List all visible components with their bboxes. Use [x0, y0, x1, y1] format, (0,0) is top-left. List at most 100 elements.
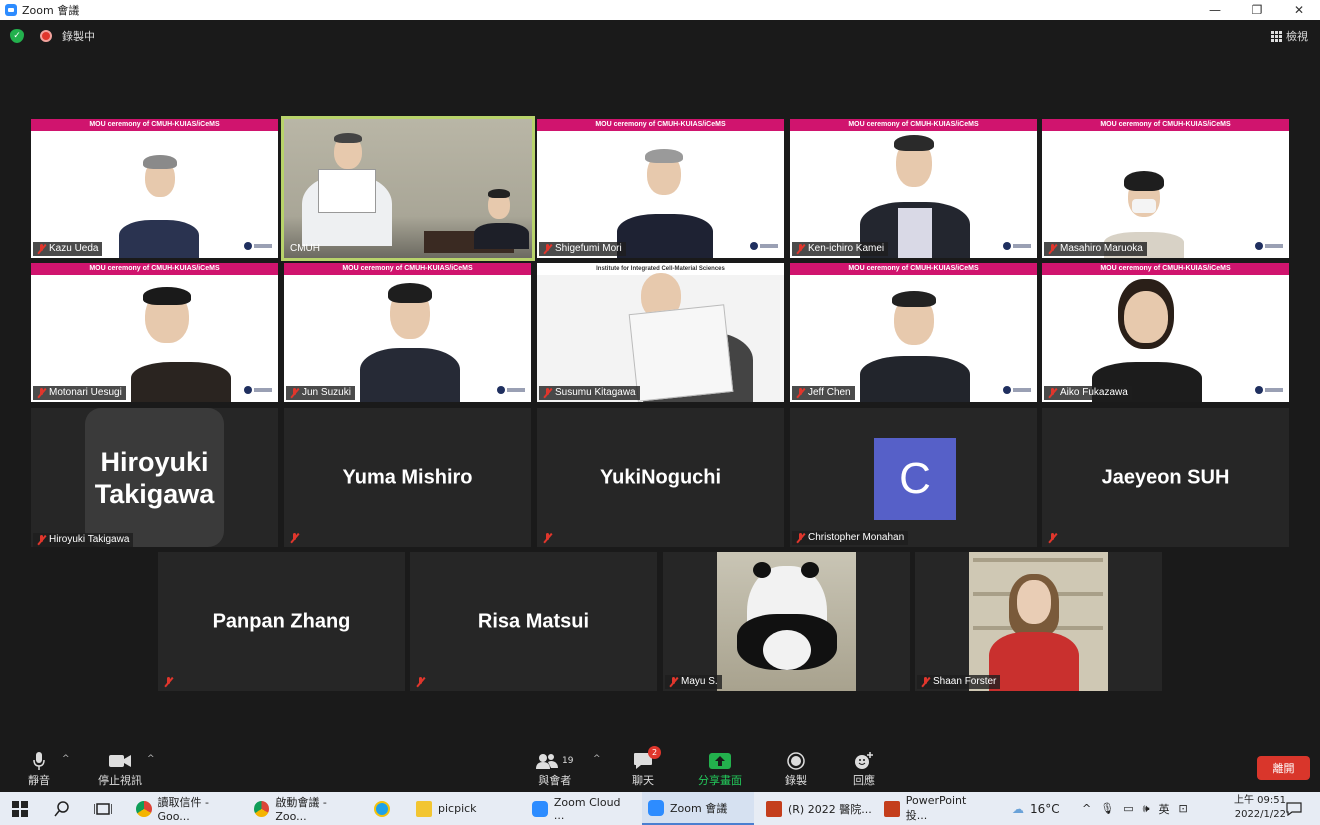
participants-button[interactable]: 19 與會者 [536, 750, 573, 788]
reactions-button[interactable]: 回應 [853, 750, 875, 788]
participants-label: 與會者 [538, 774, 572, 787]
windows-logo-icon [12, 800, 28, 817]
minimize-button[interactable]: — [1194, 0, 1236, 20]
notification-icon [1286, 801, 1302, 816]
search-button[interactable] [54, 792, 70, 825]
panda-profile-photo [717, 552, 856, 691]
participant-video [628, 273, 753, 402]
participant-name-display: Panpan Zhang [212, 610, 351, 632]
internet-explorer-icon [374, 800, 390, 817]
weather-icon: ☁ [1012, 801, 1024, 816]
video-tile-aiko-fukazawa[interactable]: MOU ceremony of CMUH-KUIAS/iCeMS Aiko Fu… [1042, 263, 1289, 402]
taskbar-item-powerpoint-show[interactable]: PowerPoint 投... [878, 792, 990, 825]
close-button[interactable]: ✕ [1278, 0, 1320, 20]
participant-name: Shaan Forster [933, 676, 997, 687]
recording-label: 錄製中 [62, 30, 95, 43]
kuias-logo-icon [1003, 242, 1031, 250]
video-tile-yuki-noguchi[interactable]: YukiNoguchi [537, 408, 784, 547]
video-tile-risa-matsui[interactable]: Risa Matsui [410, 552, 657, 691]
participant-name: Christopher Monahan [808, 532, 905, 543]
taskbar-item-zoom-cloud[interactable]: Zoom Cloud ... [526, 792, 634, 825]
mute-button[interactable]: 靜音 [28, 750, 50, 788]
video-tile-shigefumi-mori[interactable]: MOU ceremony of CMUH-KUIAS/iCeMS Shigefu… [537, 119, 784, 258]
taskbar-clock[interactable]: 上午 09:51 2022/1/22 [1234, 794, 1286, 822]
muted-mic-icon [796, 388, 805, 398]
avatar: C [874, 438, 956, 520]
record-button[interactable]: 錄製 [785, 750, 807, 788]
chat-button[interactable]: 2 聊天 [632, 746, 661, 788]
muted-mic-icon [669, 677, 678, 687]
kuias-logo-icon [1255, 386, 1283, 394]
maximize-button[interactable]: ❐ [1236, 0, 1278, 20]
participant-name: Susumu Kitagawa [555, 387, 636, 398]
video-tile-panpan-zhang[interactable]: Panpan Zhang [158, 552, 405, 691]
powerpoint-icon [766, 800, 782, 817]
participant-video [860, 135, 970, 258]
ime-indicator[interactable]: 英 [1159, 801, 1170, 817]
task-view-button[interactable] [94, 792, 112, 825]
stop-video-button[interactable]: 停止視訊 [98, 750, 142, 788]
volume-icon[interactable]: 🕪︎ [1143, 802, 1150, 816]
taskbar-item-powerpoint-doc[interactable]: (R) 2022 醫院... [760, 792, 872, 825]
video-tile-ken-ichiro-kamei[interactable]: MOU ceremony of CMUH-KUIAS/iCeMS Ken-ich… [790, 119, 1037, 258]
network-icon[interactable]: ▭ [1123, 802, 1133, 815]
video-tile-shaan-forster[interactable]: Shaan Forster [915, 552, 1162, 691]
participant-name: CMUH [290, 243, 320, 254]
recording-icon[interactable] [40, 30, 52, 42]
participant-name: Kazu Ueda [49, 243, 99, 254]
taskbar-item-chrome-zoom[interactable]: 啟動會議 - Zoo... [248, 792, 358, 825]
weather-temp: 16°C [1030, 801, 1060, 816]
taskbar-item-zoom-meeting[interactable]: Zoom 會議 [642, 792, 754, 825]
video-camera-icon [109, 750, 131, 772]
participant-name: Masahiro Maruoka [1060, 243, 1143, 254]
chrome-icon [136, 800, 152, 817]
muted-mic-icon [1048, 388, 1057, 398]
taskbar-item-picpick[interactable]: picpick [410, 792, 518, 825]
date: 2022/1/22 [1234, 809, 1286, 820]
video-tile-jaeyeon-suh[interactable]: Jaeyeon SUH [1042, 408, 1289, 547]
show-hidden-icons-chevron-icon[interactable]: ^ [1082, 802, 1091, 815]
video-tile-kazu-ueda[interactable]: MOU ceremony of CMUH-KUIAS/iCeMS Kazu Ue… [31, 119, 278, 258]
microphone-icon [32, 750, 46, 772]
participants-chevron-icon[interactable]: ^ [593, 754, 601, 764]
mou-banner: MOU ceremony of CMUH-KUIAS/iCeMS [1042, 263, 1289, 275]
leave-button[interactable]: 離開 [1257, 756, 1310, 780]
share-screen-button[interactable]: 分享畫面 [698, 750, 742, 788]
video-tile-christopher-monahan[interactable]: C Christopher Monahan [790, 408, 1037, 547]
video-tile-mayu-s[interactable]: Mayu S. [663, 552, 910, 691]
video-tile-cmuh[interactable]: CMUH [281, 116, 535, 261]
video-tile-masahiro-maruoka[interactable]: MOU ceremony of CMUH-KUIAS/iCeMS Masahir… [1042, 119, 1289, 258]
kuias-logo-icon [497, 386, 525, 394]
meeting-toolbar: 靜音 ^ 停止視訊 ^ 19 與會者 ^ 2 聊天 分享畫面 錄製 回應 離開 [0, 744, 1320, 792]
muted-mic-icon [543, 533, 552, 543]
chrome-icon [254, 800, 270, 817]
video-tile-susumu-kitagawa[interactable]: Institute for Integrated Cell-Material S… [537, 263, 784, 402]
zoom-logo-icon [5, 4, 17, 16]
video-tile-motonari-uesugi[interactable]: MOU ceremony of CMUH-KUIAS/iCeMS Motonar… [31, 263, 278, 402]
taskbar-item-ie[interactable] [368, 792, 404, 825]
video-tile-jeff-chen[interactable]: MOU ceremony of CMUH-KUIAS/iCeMS Jeff Ch… [790, 263, 1037, 402]
zoom-app-icon [648, 799, 664, 816]
participant-name: Hiroyuki Takigawa [49, 534, 130, 545]
video-tile-hiroyuki-takigawa[interactable]: Hiroyuki Takigawa Hiroyuki Takigawa [31, 408, 278, 547]
audio-options-chevron-icon[interactable]: ^ [62, 754, 70, 764]
video-tile-yuma-mishiro[interactable]: Yuma Mishiro [284, 408, 531, 547]
participant-video [119, 155, 199, 258]
muted-mic-icon [37, 535, 46, 545]
video-options-chevron-icon[interactable]: ^ [147, 754, 155, 764]
share-screen-label: 分享畫面 [698, 774, 742, 787]
windows-start-button[interactable] [12, 792, 28, 825]
zoom-app-icon [532, 800, 548, 817]
folder-icon [416, 800, 432, 817]
weather-widget[interactable]: ☁ 16°C [1012, 792, 1060, 825]
mou-banner: MOU ceremony of CMUH-KUIAS/iCeMS [284, 263, 531, 275]
view-button[interactable]: 檢視 [1271, 28, 1308, 44]
taskbar-item-chrome-gmail[interactable]: 讀取信件 - Goo... [130, 792, 242, 825]
notifications-button[interactable] [1286, 792, 1302, 825]
encryption-shield-icon[interactable]: ✓ [10, 29, 24, 43]
powerpoint-icon [884, 800, 900, 817]
video-tile-jun-suzuki[interactable]: MOU ceremony of CMUH-KUIAS/iCeMS Jun Suz… [284, 263, 531, 402]
microphone-tray-icon[interactable]: 🎙︎ [1100, 802, 1114, 815]
ime-mode-icon[interactable]: ⊡ [1179, 802, 1188, 815]
muted-mic-icon [921, 677, 930, 687]
